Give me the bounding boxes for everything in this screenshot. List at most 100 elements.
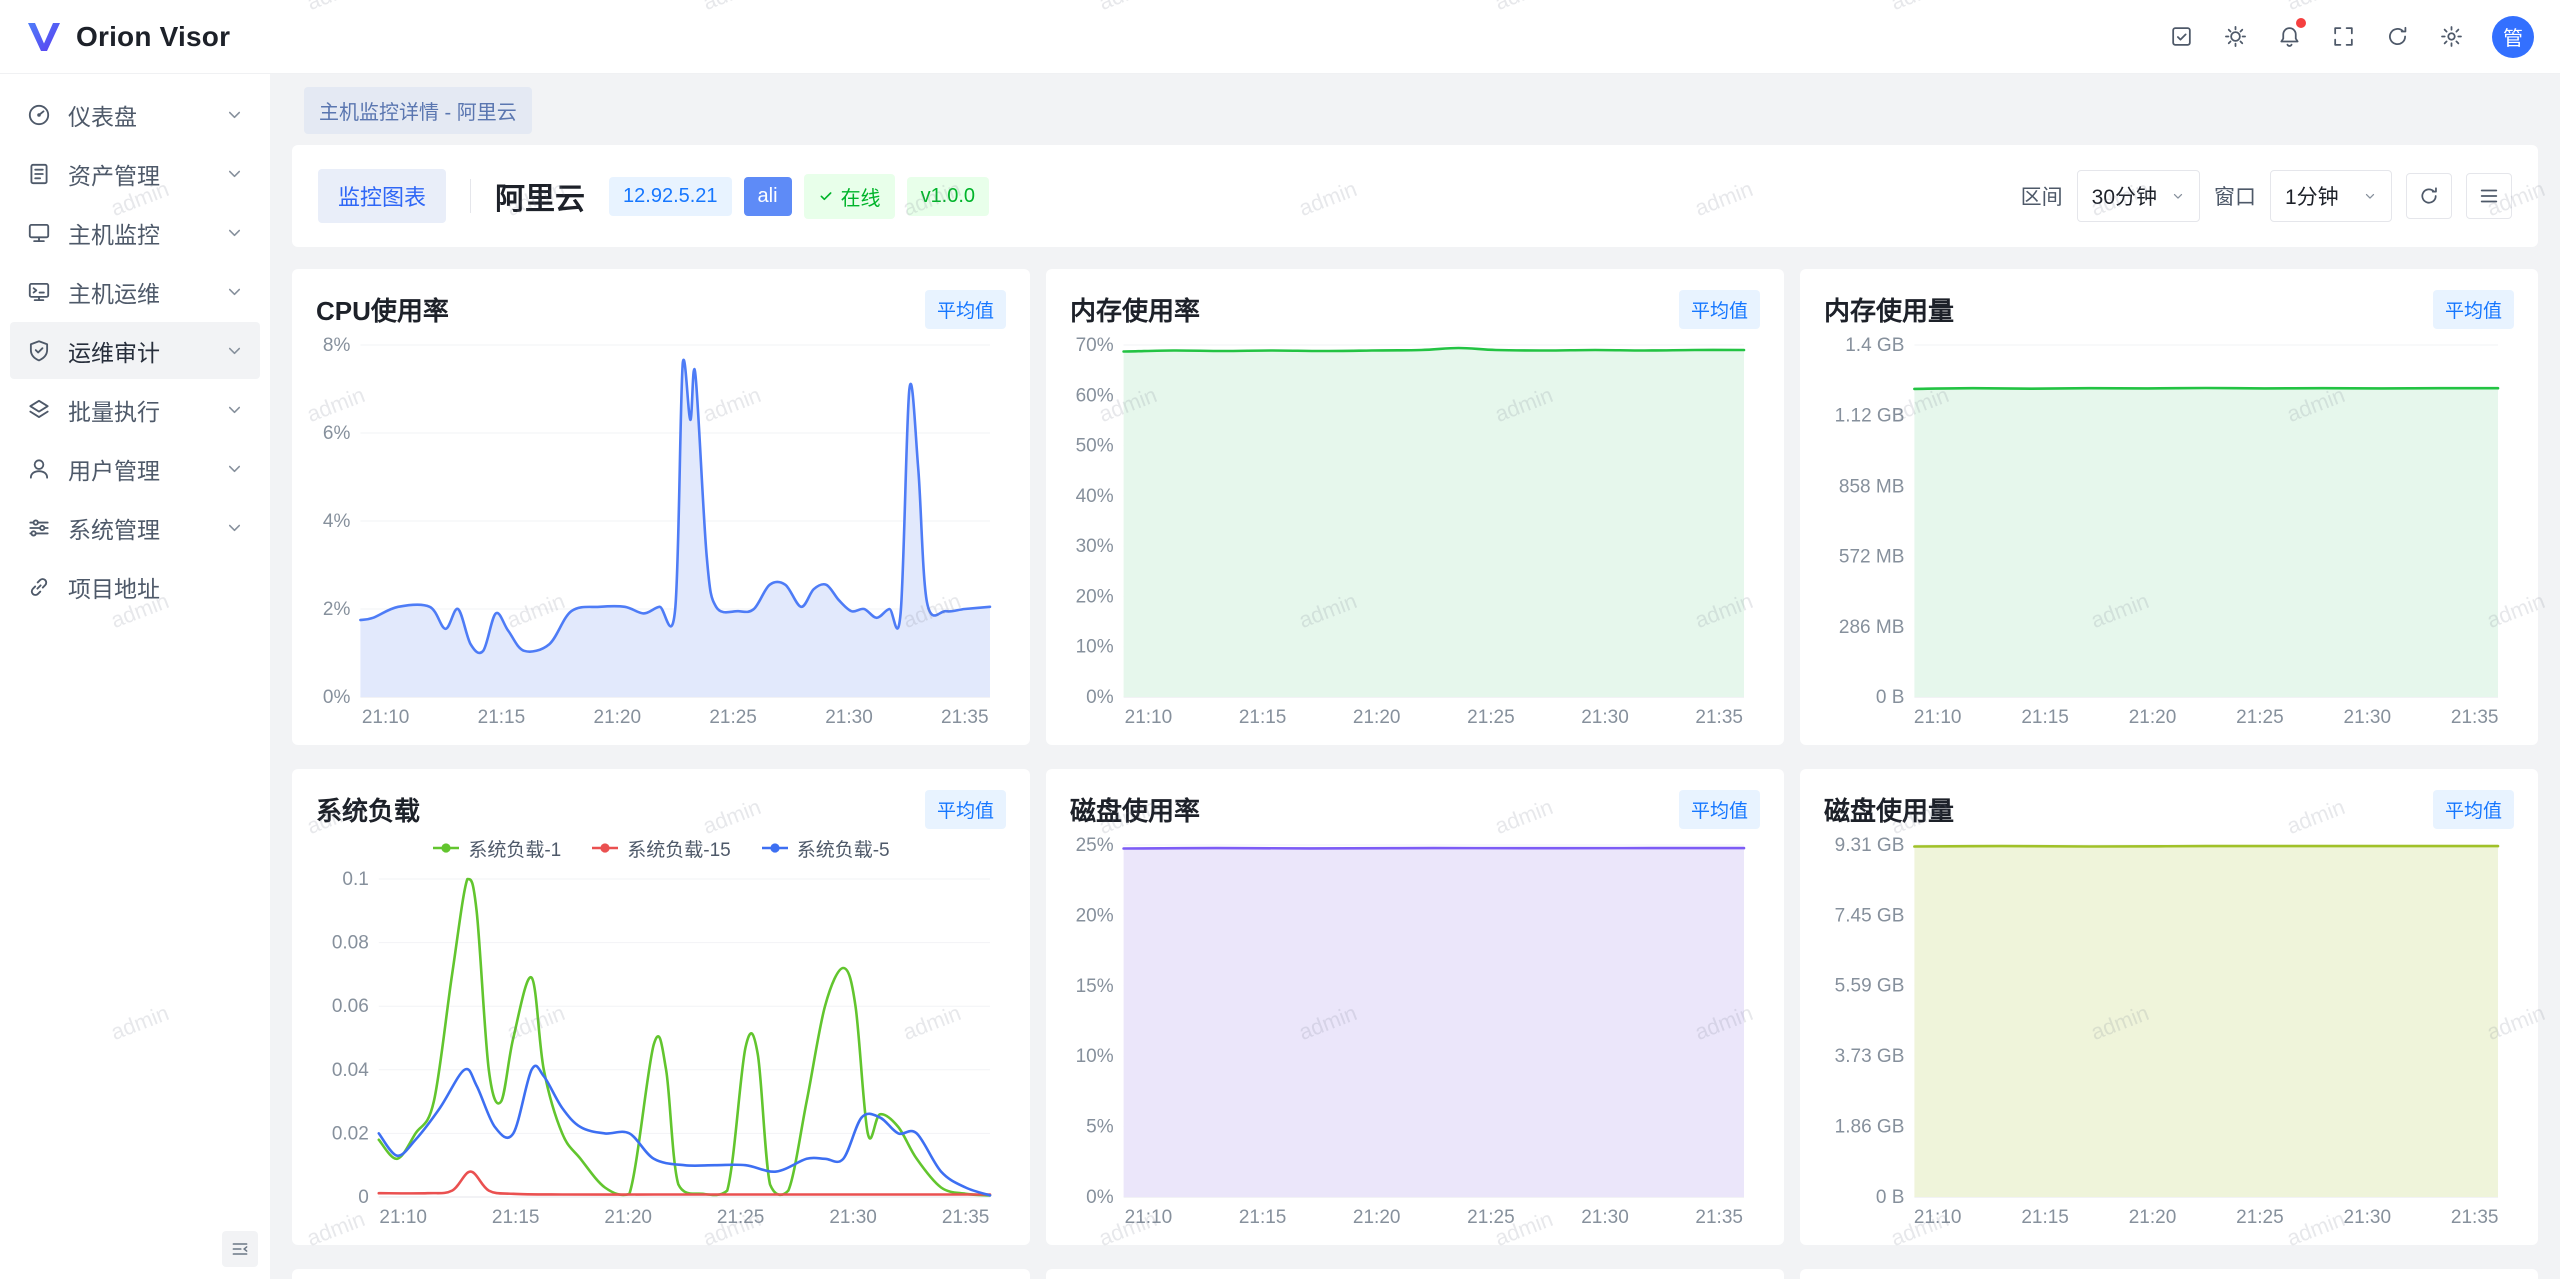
tab-monitor-charts[interactable]: 监控图表: [318, 169, 446, 223]
svg-text:21:20: 21:20: [604, 1207, 652, 1228]
legend-marker-icon: [761, 842, 789, 854]
chart-title: 磁盘使用量: [1824, 791, 1954, 828]
dashboard-gauge-icon: [26, 102, 52, 128]
sidebar-item-system-mgmt[interactable]: 系统管理: [10, 499, 260, 556]
average-badge[interactable]: 平均值: [2433, 290, 2514, 329]
svg-text:4%: 4%: [323, 511, 351, 532]
sidebar-item-host-ops[interactable]: 主机运维: [10, 263, 260, 320]
chevron-down-icon: [2363, 189, 2377, 203]
svg-text:20%: 20%: [1076, 586, 1114, 607]
svg-text:21:25: 21:25: [709, 707, 757, 728]
svg-text:0.02: 0.02: [332, 1123, 369, 1144]
user-avatar[interactable]: 管: [2492, 16, 2534, 58]
sidebar-item-label: 项目地址: [68, 570, 244, 604]
host-status-tag: 在线: [804, 174, 895, 219]
chart-list-button[interactable]: [2466, 173, 2512, 219]
average-badge[interactable]: 平均值: [925, 790, 1006, 829]
legend-item[interactable]: 系统负载-5: [761, 835, 890, 862]
legend-item[interactable]: 系统负载-1: [432, 835, 561, 862]
sidebar-item-label: 主机运维: [68, 275, 209, 309]
svg-text:572 MB: 572 MB: [1839, 547, 1904, 568]
legend-item[interactable]: 系统负载-15: [591, 835, 730, 862]
disk-usage-amount-chart: 0 B1.86 GB3.73 GB5.59 GB7.45 GB9.31 GB21…: [1824, 831, 2514, 1231]
window-select[interactable]: 1分钟: [2270, 170, 2392, 222]
notification-dot: [2296, 18, 2306, 28]
divider: [470, 179, 471, 213]
average-badge[interactable]: 平均值: [2433, 790, 2514, 829]
svg-text:40%: 40%: [1076, 486, 1114, 507]
fullscreen-button[interactable]: [2320, 14, 2366, 60]
audit-shield-icon: [26, 338, 52, 364]
svg-text:0 B: 0 B: [1876, 687, 1905, 708]
svg-text:3.73 GB: 3.73 GB: [1835, 1046, 1905, 1067]
svg-text:21:30: 21:30: [2344, 707, 2392, 728]
chart-title: CPU使用率: [316, 291, 449, 328]
svg-text:7.45 GB: 7.45 GB: [1835, 905, 1905, 926]
svg-text:21:30: 21:30: [1581, 707, 1629, 728]
memory-usage-amount-chart: 0 B286 MB572 MB858 MB1.12 GB1.4 GB21:102…: [1824, 331, 2514, 731]
svg-text:0.1: 0.1: [342, 869, 368, 890]
svg-text:21:25: 21:25: [2236, 707, 2284, 728]
chart-card-memory-usage-pct: 内存使用率 平均值 0%10%20%30%40%50%60%70%21:1021…: [1046, 269, 1784, 745]
sidebar-item-assets[interactable]: 资产管理: [10, 145, 260, 202]
svg-text:21:20: 21:20: [1353, 707, 1401, 728]
chart-title: 磁盘使用率: [1070, 791, 1200, 828]
sidebar-item-user-mgmt[interactable]: 用户管理: [10, 440, 260, 497]
chevron-down-icon: [225, 400, 244, 419]
svg-text:21:10: 21:10: [1125, 707, 1173, 728]
chart-legend: 系统负载-1 系统负载-15 系统负载-5: [316, 831, 1006, 865]
brand: Orion Visor: [26, 21, 230, 53]
charts-grid: CPU使用率 平均值 0%2%4%6%8%21:1021:1521:2021:2…: [292, 269, 2538, 1279]
svg-text:0.06: 0.06: [332, 996, 369, 1017]
sidebar-item-label: 系统管理: [68, 511, 209, 545]
theme-button[interactable]: [2212, 14, 2258, 60]
notifications-button[interactable]: [2266, 14, 2312, 60]
sidebar-item-batch-exec[interactable]: 批量执行: [10, 381, 260, 438]
svg-text:10%: 10%: [1076, 1046, 1114, 1067]
range-select[interactable]: 30分钟: [2077, 170, 2200, 222]
refresh-charts-button[interactable]: [2406, 173, 2452, 219]
theme-sun-icon: [2223, 24, 2248, 49]
sidebar-item-host-monitor[interactable]: 主机监控: [10, 204, 260, 261]
average-badge[interactable]: 平均值: [1679, 790, 1760, 829]
app-name: Orion Visor: [76, 21, 230, 53]
svg-text:0.04: 0.04: [332, 1060, 369, 1081]
sidebar-item-label: 资产管理: [68, 157, 209, 191]
svg-text:21:20: 21:20: [2129, 707, 2177, 728]
collapse-sidebar-button[interactable]: [222, 1231, 258, 1267]
chevron-down-icon: [225, 282, 244, 301]
chevron-down-icon: [2171, 189, 2185, 203]
svg-text:1.4 GB: 1.4 GB: [1845, 335, 1904, 356]
svg-text:6%: 6%: [323, 423, 351, 444]
chart-title: 系统负载: [316, 791, 420, 828]
refresh-page-button[interactable]: [2374, 14, 2420, 60]
chart-card-disk-usage-pct: 磁盘使用率 平均值 0%5%10%15%20%25%21:1021:1521:2…: [1046, 769, 1784, 1245]
sidebar-item-ops-audit[interactable]: 运维审计: [10, 322, 260, 379]
breadcrumb-current[interactable]: 主机监控详情 - 阿里云: [304, 87, 532, 134]
menu-fold-icon: [230, 1239, 250, 1259]
topbar: Orion Visor 管: [0, 0, 2560, 74]
svg-text:21:30: 21:30: [2344, 1207, 2392, 1228]
svg-text:21:35: 21:35: [942, 1207, 990, 1228]
average-badge[interactable]: 平均值: [925, 290, 1006, 329]
legend-marker-icon: [591, 842, 619, 854]
svg-text:0: 0: [358, 1187, 369, 1208]
check-square-button[interactable]: [2158, 14, 2204, 60]
chart-card-partial: [1800, 1269, 2538, 1279]
svg-text:30%: 30%: [1076, 536, 1114, 557]
svg-text:21:35: 21:35: [1695, 1207, 1743, 1228]
settings-button[interactable]: [2428, 14, 2474, 60]
svg-text:0.08: 0.08: [332, 933, 369, 954]
refresh-icon: [2385, 24, 2410, 49]
host-monitor-icon: [26, 220, 52, 246]
sidebar-item-project-link[interactable]: 项目地址: [10, 558, 260, 615]
svg-text:21:10: 21:10: [1914, 707, 1962, 728]
average-badge[interactable]: 平均值: [1679, 290, 1760, 329]
notification-bell-icon: [2277, 24, 2302, 49]
chart-card-disk-usage-amount: 磁盘使用量 平均值 0 B1.86 GB3.73 GB5.59 GB7.45 G…: [1800, 769, 2538, 1245]
user-icon: [26, 456, 52, 482]
svg-text:21:25: 21:25: [2236, 1207, 2284, 1228]
svg-text:21:25: 21:25: [1467, 707, 1515, 728]
chart-card-system-load: 系统负载 平均值 系统负载-1 系统负载-15 系统负载-5 0 0.02 0.04 0.0…: [292, 769, 1030, 1245]
sidebar-item-dashboard[interactable]: 仪表盘: [10, 86, 260, 143]
